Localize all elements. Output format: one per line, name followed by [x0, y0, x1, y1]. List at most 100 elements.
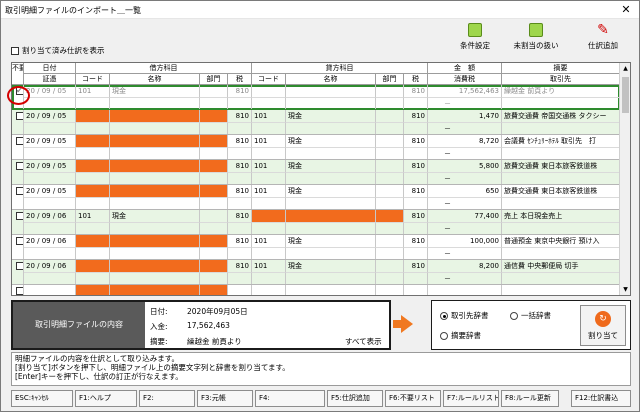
summary-dict-radio[interactable]: 摘要辞書 [440, 330, 481, 341]
debit-code-cell [76, 260, 110, 272]
debit-dept-cell [200, 160, 228, 172]
table-row[interactable]: 20 / 09 / 05 810 101 現金 810 5,800 －旅費交通費 東日本旅客… [12, 160, 620, 185]
header-flag: 不要 [12, 63, 24, 85]
fkey-f2[interactable]: F2: [139, 390, 195, 407]
fkey-f3-ledger[interactable]: F3:元帳 [197, 390, 253, 407]
scroll-up-icon[interactable]: ▲ [620, 63, 630, 74]
credit-code-cell-line2 [252, 222, 286, 234]
amount-cell-line2: － [428, 197, 502, 209]
credit-tax-cell: 810 [404, 110, 428, 122]
amount-cell-line2: － [428, 222, 502, 234]
table-row[interactable]: 20 / 09 / 05 810 101 現金 810 8,720 －会議費 ｾﾝﾁｭﾘｰﾎ… [12, 135, 620, 160]
debit-name-cell [110, 260, 200, 272]
table-row[interactable]: 20 / 09 / 05101現金81081017,562,463－繰越金 前頁… [12, 85, 620, 110]
unassigned-handling-button[interactable]: 未割当の扱い [512, 23, 560, 51]
scroll-down-icon[interactable]: ▼ [620, 284, 630, 295]
credit-name-cell [286, 285, 376, 295]
credit-tax-cell: 810 [404, 185, 428, 197]
partner-dict-radio[interactable]: 取引先辞書 [440, 310, 489, 321]
credit-dept-cell [376, 260, 404, 272]
fkey-f5-add-entry[interactable]: F5:仕訳追加 [327, 390, 383, 407]
debit-tax-cell: 810 [228, 235, 252, 247]
amount-cell: 650 [428, 185, 502, 197]
show-all-link[interactable]: すべて表示 [345, 336, 382, 347]
bulk-dict-label: 一括辞書 [521, 311, 551, 320]
debit-dept-cell-line2 [200, 222, 228, 234]
table-row[interactable] [12, 285, 620, 295]
summary-cell: 旅費交通費 帝国交通株 タクシー [502, 110, 620, 122]
debit-code-cell [76, 135, 110, 147]
bulk-dict-radio-dot [510, 311, 518, 320]
fkey-f12-write-entries[interactable]: F12:仕訳書込 [571, 390, 631, 407]
show-assigned-label: 割り当て済み仕訳を表示 [22, 46, 105, 55]
unneeded-checkbox[interactable] [16, 212, 23, 220]
assign-button[interactable]: ↻ 割り当て [580, 305, 626, 346]
debit-dept-cell [200, 85, 228, 97]
flag-cell[interactable] [12, 235, 24, 259]
bulk-dict-radio[interactable]: 一括辞書 [510, 310, 551, 321]
amount-cell-line2: － [428, 247, 502, 259]
scroll-thumb[interactable] [622, 77, 629, 113]
close-icon[interactable]: ✕ [619, 3, 633, 16]
unneeded-checkbox[interactable] [16, 262, 23, 270]
header-credit-name: 名称 [286, 74, 376, 85]
debit-tax-cell: 810 [228, 160, 252, 172]
fkey-esc-cancel[interactable]: ESC:ｷｬﾝｾﾙ [11, 390, 73, 407]
summary-cell-line2 [502, 197, 620, 209]
unneeded-checkbox[interactable] [16, 112, 23, 120]
table-row[interactable]: 20 / 09 / 06 810 101 現金 810 8,200 －通信費 中央郵便局 切… [12, 260, 620, 285]
condition-settings-button[interactable]: 条件設定 [451, 23, 499, 51]
flag-cell[interactable] [12, 110, 24, 134]
date-cell: 20 / 09 / 05 [24, 160, 76, 172]
fkey-f1-help[interactable]: F1:ヘルプ [75, 390, 137, 407]
table-row[interactable]: 20 / 09 / 06 810 101 現金 810 100,000 －普通預金 東京中央… [12, 235, 620, 260]
credit-name-cell-line2 [286, 222, 376, 234]
unneeded-checkbox[interactable] [16, 237, 23, 245]
debit-dept-cell-line2 [200, 122, 228, 134]
detail-summary-value: 繰越金 前頁より [187, 337, 242, 346]
show-assigned-option[interactable]: 割り当て済み仕訳を表示 [11, 45, 105, 56]
flag-cell[interactable] [12, 210, 24, 234]
amount-cell-line2: － [428, 172, 502, 184]
unneeded-checkbox[interactable] [16, 137, 23, 145]
unneeded-checkbox[interactable] [16, 187, 23, 195]
unneeded-checkbox[interactable] [16, 287, 23, 295]
debit-name-cell-line2 [110, 172, 200, 184]
fkey-f7-rule-list[interactable]: F7:ルールリスト [443, 390, 499, 407]
date-cell: 20 / 09 / 06 [24, 210, 76, 222]
credit-name-cell [286, 85, 376, 97]
show-assigned-checkbox[interactable] [11, 46, 19, 55]
date-cell-line2 [24, 272, 76, 284]
debit-name-cell [110, 110, 200, 122]
credit-code-cell-line2 [252, 122, 286, 134]
fkey-f4[interactable]: F4: [255, 390, 325, 407]
flag-cell[interactable] [12, 260, 24, 284]
summary-cell-line2 [502, 247, 620, 259]
debit-code-cell [76, 285, 110, 295]
add-entry-label: 仕訳追加 [588, 41, 618, 50]
table-row[interactable]: 20 / 09 / 05 810 101 現金 810 1,470 －旅費交通費 帝国交通株… [12, 110, 620, 135]
header-amount: 金 額 [428, 63, 502, 74]
add-entry-button[interactable]: ✎ 仕訳追加 [579, 23, 627, 51]
credit-code-cell-line2 [252, 247, 286, 259]
flag-cell[interactable] [12, 185, 24, 209]
table-row[interactable]: 20 / 09 / 05 810 101 現金 810 650 －旅費交通費 東日本旅客鉄道… [12, 185, 620, 210]
table-row[interactable]: 20 / 09 / 06 101 現金 810 810 77,400 －売上 本日現金売上 [12, 210, 620, 235]
credit-name-cell-line2 [286, 122, 376, 134]
unneeded-checkbox[interactable] [16, 162, 23, 170]
message-line: [Enter]キーを押下し、仕訳の訂正が行なえます。 [15, 372, 183, 381]
debit-name-cell [110, 285, 200, 295]
debit-dept-cell [200, 235, 228, 247]
grid-scrollbar[interactable]: ▲ ▼ [619, 63, 630, 295]
flag-cell[interactable] [12, 160, 24, 184]
amount-cell-line2: － [428, 97, 502, 109]
debit-name-cell-line2 [110, 272, 200, 284]
credit-name-cell: 現金 [286, 185, 376, 197]
flag-cell[interactable] [12, 135, 24, 159]
amount-cell: 17,562,463 [428, 85, 502, 97]
debit-tax-cell: 810 [228, 110, 252, 122]
fkey-f8-rule-update[interactable]: F8:ルール更新 [501, 390, 559, 407]
fkey-f6-unneeded-list[interactable]: F6:不要リスト [385, 390, 441, 407]
flag-cell[interactable] [12, 285, 24, 295]
credit-tax-cell-line2 [404, 197, 428, 209]
